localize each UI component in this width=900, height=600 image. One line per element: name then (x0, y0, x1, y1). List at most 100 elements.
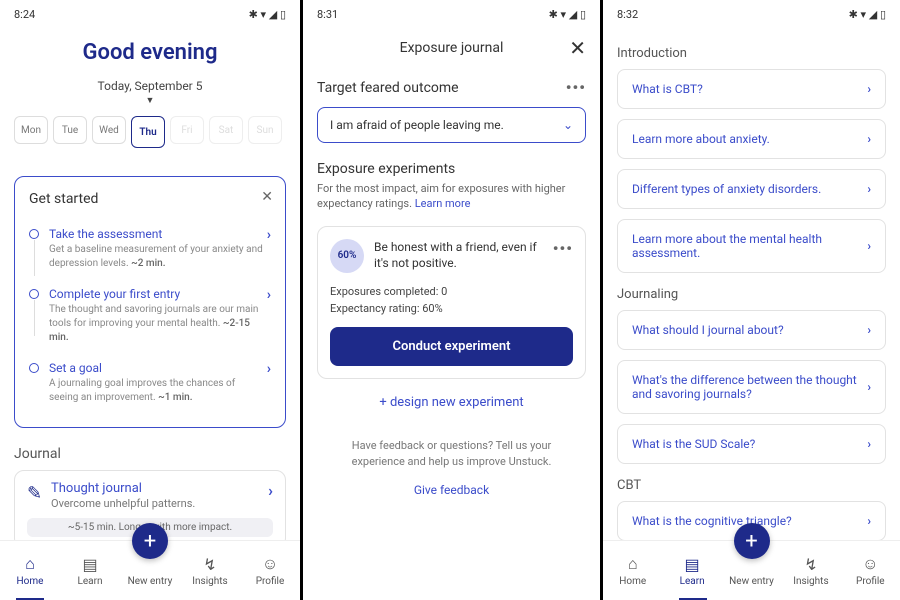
book-icon: ▤ (685, 555, 700, 574)
day-mon[interactable]: Mon (14, 116, 48, 144)
faq-what-is-cbt[interactable]: What is CBT?› (617, 69, 886, 109)
faq-mh-assessment[interactable]: Learn more about the mental health asses… (617, 219, 886, 273)
gs-item-first-entry[interactable]: Complete your first entry The thought an… (29, 279, 271, 353)
chevron-down-icon[interactable]: ▼ (14, 95, 286, 106)
experiments-desc: For the most impact, aim for exposures w… (317, 181, 586, 212)
day-fri[interactable]: Fri (170, 116, 204, 144)
screen-home: 8:24 ✱ ▾ ◢ ▯ Good evening Today, Septemb… (0, 0, 300, 600)
status-time: 8:24 (14, 8, 35, 21)
gs-desc: The thought and savoring journals are ou… (49, 303, 267, 345)
day-sun[interactable]: Sun (248, 116, 282, 144)
step-bullet-icon (29, 229, 39, 239)
home-icon: ⌂ (628, 554, 638, 574)
greeting: Good evening (14, 40, 286, 65)
experiment-card: 60% Be honest with a friend, even if it'… (317, 226, 586, 379)
close-icon[interactable]: ✕ (261, 189, 273, 205)
gs-desc: A journaling goal improves the chances o… (49, 377, 267, 405)
status-bar: 8:24 ✱ ▾ ◢ ▯ (0, 0, 300, 28)
bottom-nav: + ⌂Home ▤Learn New entry ↯Insights ☺Prof… (0, 540, 300, 600)
chevron-right-icon: › (867, 514, 871, 528)
step-bullet-icon (29, 363, 39, 373)
nav-learn[interactable]: ▤Learn (60, 541, 120, 600)
user-icon: ☺ (262, 554, 278, 574)
user-icon: ☺ (862, 554, 878, 574)
journal-subtitle: Overcome unhelpful patterns. (51, 497, 195, 510)
target-value: I am afraid of people leaving me. (330, 118, 504, 132)
nav-home[interactable]: ⌂Home (603, 541, 662, 600)
close-icon[interactable]: ✕ (569, 36, 586, 60)
chevron-right-icon: › (267, 287, 271, 303)
conduct-experiment-button[interactable]: Conduct experiment (330, 327, 573, 366)
status-icons: ✱ ▾ ◢ ▯ (249, 8, 286, 21)
status-time: 8:31 (317, 8, 338, 21)
day-strip[interactable]: Mon Tue Wed Thu Fri Sat Sun (14, 116, 286, 148)
more-icon[interactable]: ••• (553, 239, 573, 258)
nav-insights[interactable]: ↯Insights (180, 541, 240, 600)
faq-learn-anxiety[interactable]: Learn more about anxiety.› (617, 119, 886, 159)
expectancy-badge: 60% (330, 239, 364, 273)
gs-item-set-goal[interactable]: Set a goal A journaling goal improves th… (29, 353, 271, 413)
day-wed[interactable]: Wed (92, 116, 126, 144)
status-bar: 8:31 ✱ ▾ ◢ ▯ (303, 0, 600, 28)
journal-title: Thought journal (51, 481, 195, 496)
status-bar: 8:32 ✱ ▾ ◢ ▯ (603, 0, 900, 28)
feedback-text: Have feedback or questions? Tell us your… (317, 438, 586, 471)
chevron-right-icon: › (867, 239, 871, 253)
faq-sud-scale[interactable]: What is the SUD Scale?› (617, 424, 886, 464)
gs-title: Set a goal (49, 361, 267, 375)
screen-learn: 8:32 ✱ ▾ ◢ ▯ Introduction What is CBT?› … (600, 0, 900, 600)
pen-icon: ✎ (27, 483, 51, 504)
new-entry-fab[interactable]: + (734, 523, 770, 559)
get-started-title: Get started (29, 191, 271, 207)
status-icons: ✱ ▾ ◢ ▯ (849, 8, 886, 21)
gs-item-assessment[interactable]: Take the assessment Get a baseline measu… (29, 219, 271, 279)
experiments-label: Exposure experiments (317, 161, 586, 177)
chevron-right-icon: › (867, 380, 871, 394)
target-select[interactable]: I am afraid of people leaving me. ⌄ (317, 107, 586, 143)
faq-journal-about[interactable]: What should I journal about?› (617, 310, 886, 350)
gs-desc: Get a baseline measurement of your anxie… (49, 243, 267, 271)
new-entry-fab[interactable]: + (132, 523, 168, 559)
day-sat[interactable]: Sat (209, 116, 243, 144)
faq-anxiety-disorders[interactable]: Different types of anxiety disorders.› (617, 169, 886, 209)
chevron-right-icon: › (867, 182, 871, 196)
status-icons: ✱ ▾ ◢ ▯ (549, 8, 586, 21)
chart-icon: ↯ (804, 555, 817, 574)
chevron-right-icon: › (867, 82, 871, 96)
gs-title: Complete your first entry (49, 287, 267, 301)
step-bullet-icon (29, 289, 39, 299)
section-introduction: Introduction (617, 46, 886, 61)
chevron-right-icon: › (268, 481, 273, 500)
day-thu[interactable]: Thu (131, 116, 165, 148)
faq-thought-vs-savoring[interactable]: What's the difference between the though… (617, 360, 886, 414)
chart-icon: ↯ (203, 555, 216, 574)
nav-profile[interactable]: ☺Profile (841, 541, 900, 600)
give-feedback-link[interactable]: Give feedback (317, 483, 586, 497)
chevron-down-icon: ⌄ (563, 118, 573, 132)
nav-learn[interactable]: ▤Learn (662, 541, 721, 600)
journal-section-label: Journal (14, 446, 286, 462)
chevron-right-icon: › (867, 437, 871, 451)
nav-profile[interactable]: ☺Profile (240, 541, 300, 600)
status-time: 8:32 (617, 8, 638, 21)
target-label: Target feared outcome (317, 80, 566, 96)
experiment-title: Be honest with a friend, even if it's no… (374, 239, 543, 271)
book-icon: ▤ (82, 555, 97, 574)
section-journaling: Journaling (617, 287, 886, 302)
day-tue[interactable]: Tue (53, 116, 87, 144)
expectancy-rating: Expectancy rating: 60% (330, 302, 573, 315)
more-icon[interactable]: ••• (566, 78, 586, 97)
chevron-right-icon: › (267, 361, 271, 377)
chevron-right-icon: › (867, 132, 871, 146)
home-icon: ⌂ (25, 554, 35, 574)
learn-more-link[interactable]: Learn more (415, 197, 471, 210)
exposures-completed: Exposures completed: 0 (330, 285, 573, 298)
gs-title: Take the assessment (49, 227, 267, 241)
date-label: Today, September 5 (14, 79, 286, 93)
nav-insights[interactable]: ↯Insights (781, 541, 840, 600)
screen-exposure-journal: 8:31 ✱ ▾ ◢ ▯ Exposure journal ✕ Target f… (300, 0, 600, 600)
nav-home[interactable]: ⌂Home (0, 541, 60, 600)
design-new-experiment-link[interactable]: + design new experiment (317, 395, 586, 410)
chevron-right-icon: › (267, 227, 271, 243)
section-cbt: CBT (617, 478, 886, 493)
